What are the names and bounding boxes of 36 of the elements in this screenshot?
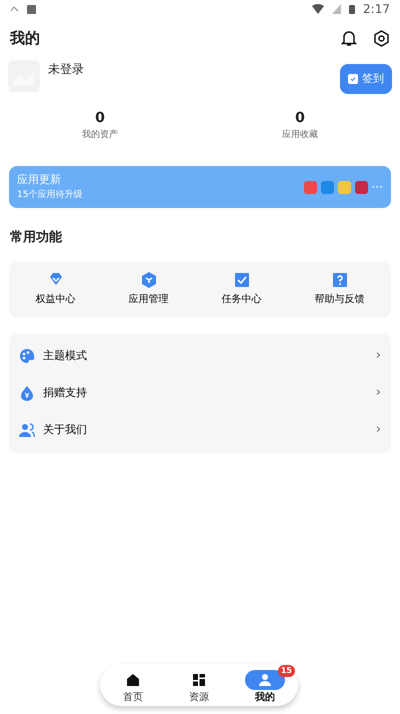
- people-icon: [19, 422, 35, 438]
- function-item[interactable]: 权益中心: [9, 272, 102, 307]
- function-item[interactable]: 帮助与反馈: [288, 272, 391, 307]
- stat-label: 应用收藏: [282, 129, 318, 142]
- banner-subtitle: 15个应用待升级: [17, 188, 82, 202]
- nav-tab[interactable]: 资源: [169, 665, 229, 705]
- signal-icon: [332, 4, 342, 14]
- battery-icon: [349, 4, 356, 14]
- help-icon: [332, 272, 348, 288]
- function-item[interactable]: 应用管理: [102, 272, 195, 307]
- hexagon-icon: [140, 272, 156, 288]
- money-drop-icon: [19, 385, 35, 401]
- page-title: 我的: [10, 28, 40, 49]
- checkin-button[interactable]: 签到: [340, 64, 392, 94]
- count-badge: 15: [278, 665, 295, 677]
- section-title: 常用功能: [9, 229, 63, 247]
- banner-title: 应用更新: [17, 172, 62, 188]
- clock: 2:17: [363, 1, 390, 18]
- palette-icon: [19, 348, 35, 364]
- nav-tab[interactable]: 首页: [103, 665, 163, 705]
- function-item[interactable]: 任务中心: [195, 272, 288, 307]
- menu-item[interactable]: 关于我们 ›: [9, 412, 391, 448]
- stat-value: 0: [295, 109, 305, 128]
- user-icon: [258, 673, 272, 687]
- nav-tab[interactable]: 我的 15: [235, 665, 295, 705]
- user-name[interactable]: 未登录: [48, 60, 84, 78]
- menu-item[interactable]: 主题模式 ›: [9, 338, 391, 374]
- settings-icon[interactable]: [373, 30, 390, 46]
- home-icon: [126, 673, 140, 687]
- menu-item[interactable]: 捐赠支持 ›: [9, 374, 391, 412]
- wifi-icon: [312, 4, 324, 14]
- stat-value: 0: [95, 109, 105, 128]
- bell-icon[interactable]: [341, 30, 357, 46]
- checkbox-icon: [234, 272, 250, 288]
- stat-label: 我的资产: [82, 129, 118, 142]
- grid-icon: [192, 673, 206, 687]
